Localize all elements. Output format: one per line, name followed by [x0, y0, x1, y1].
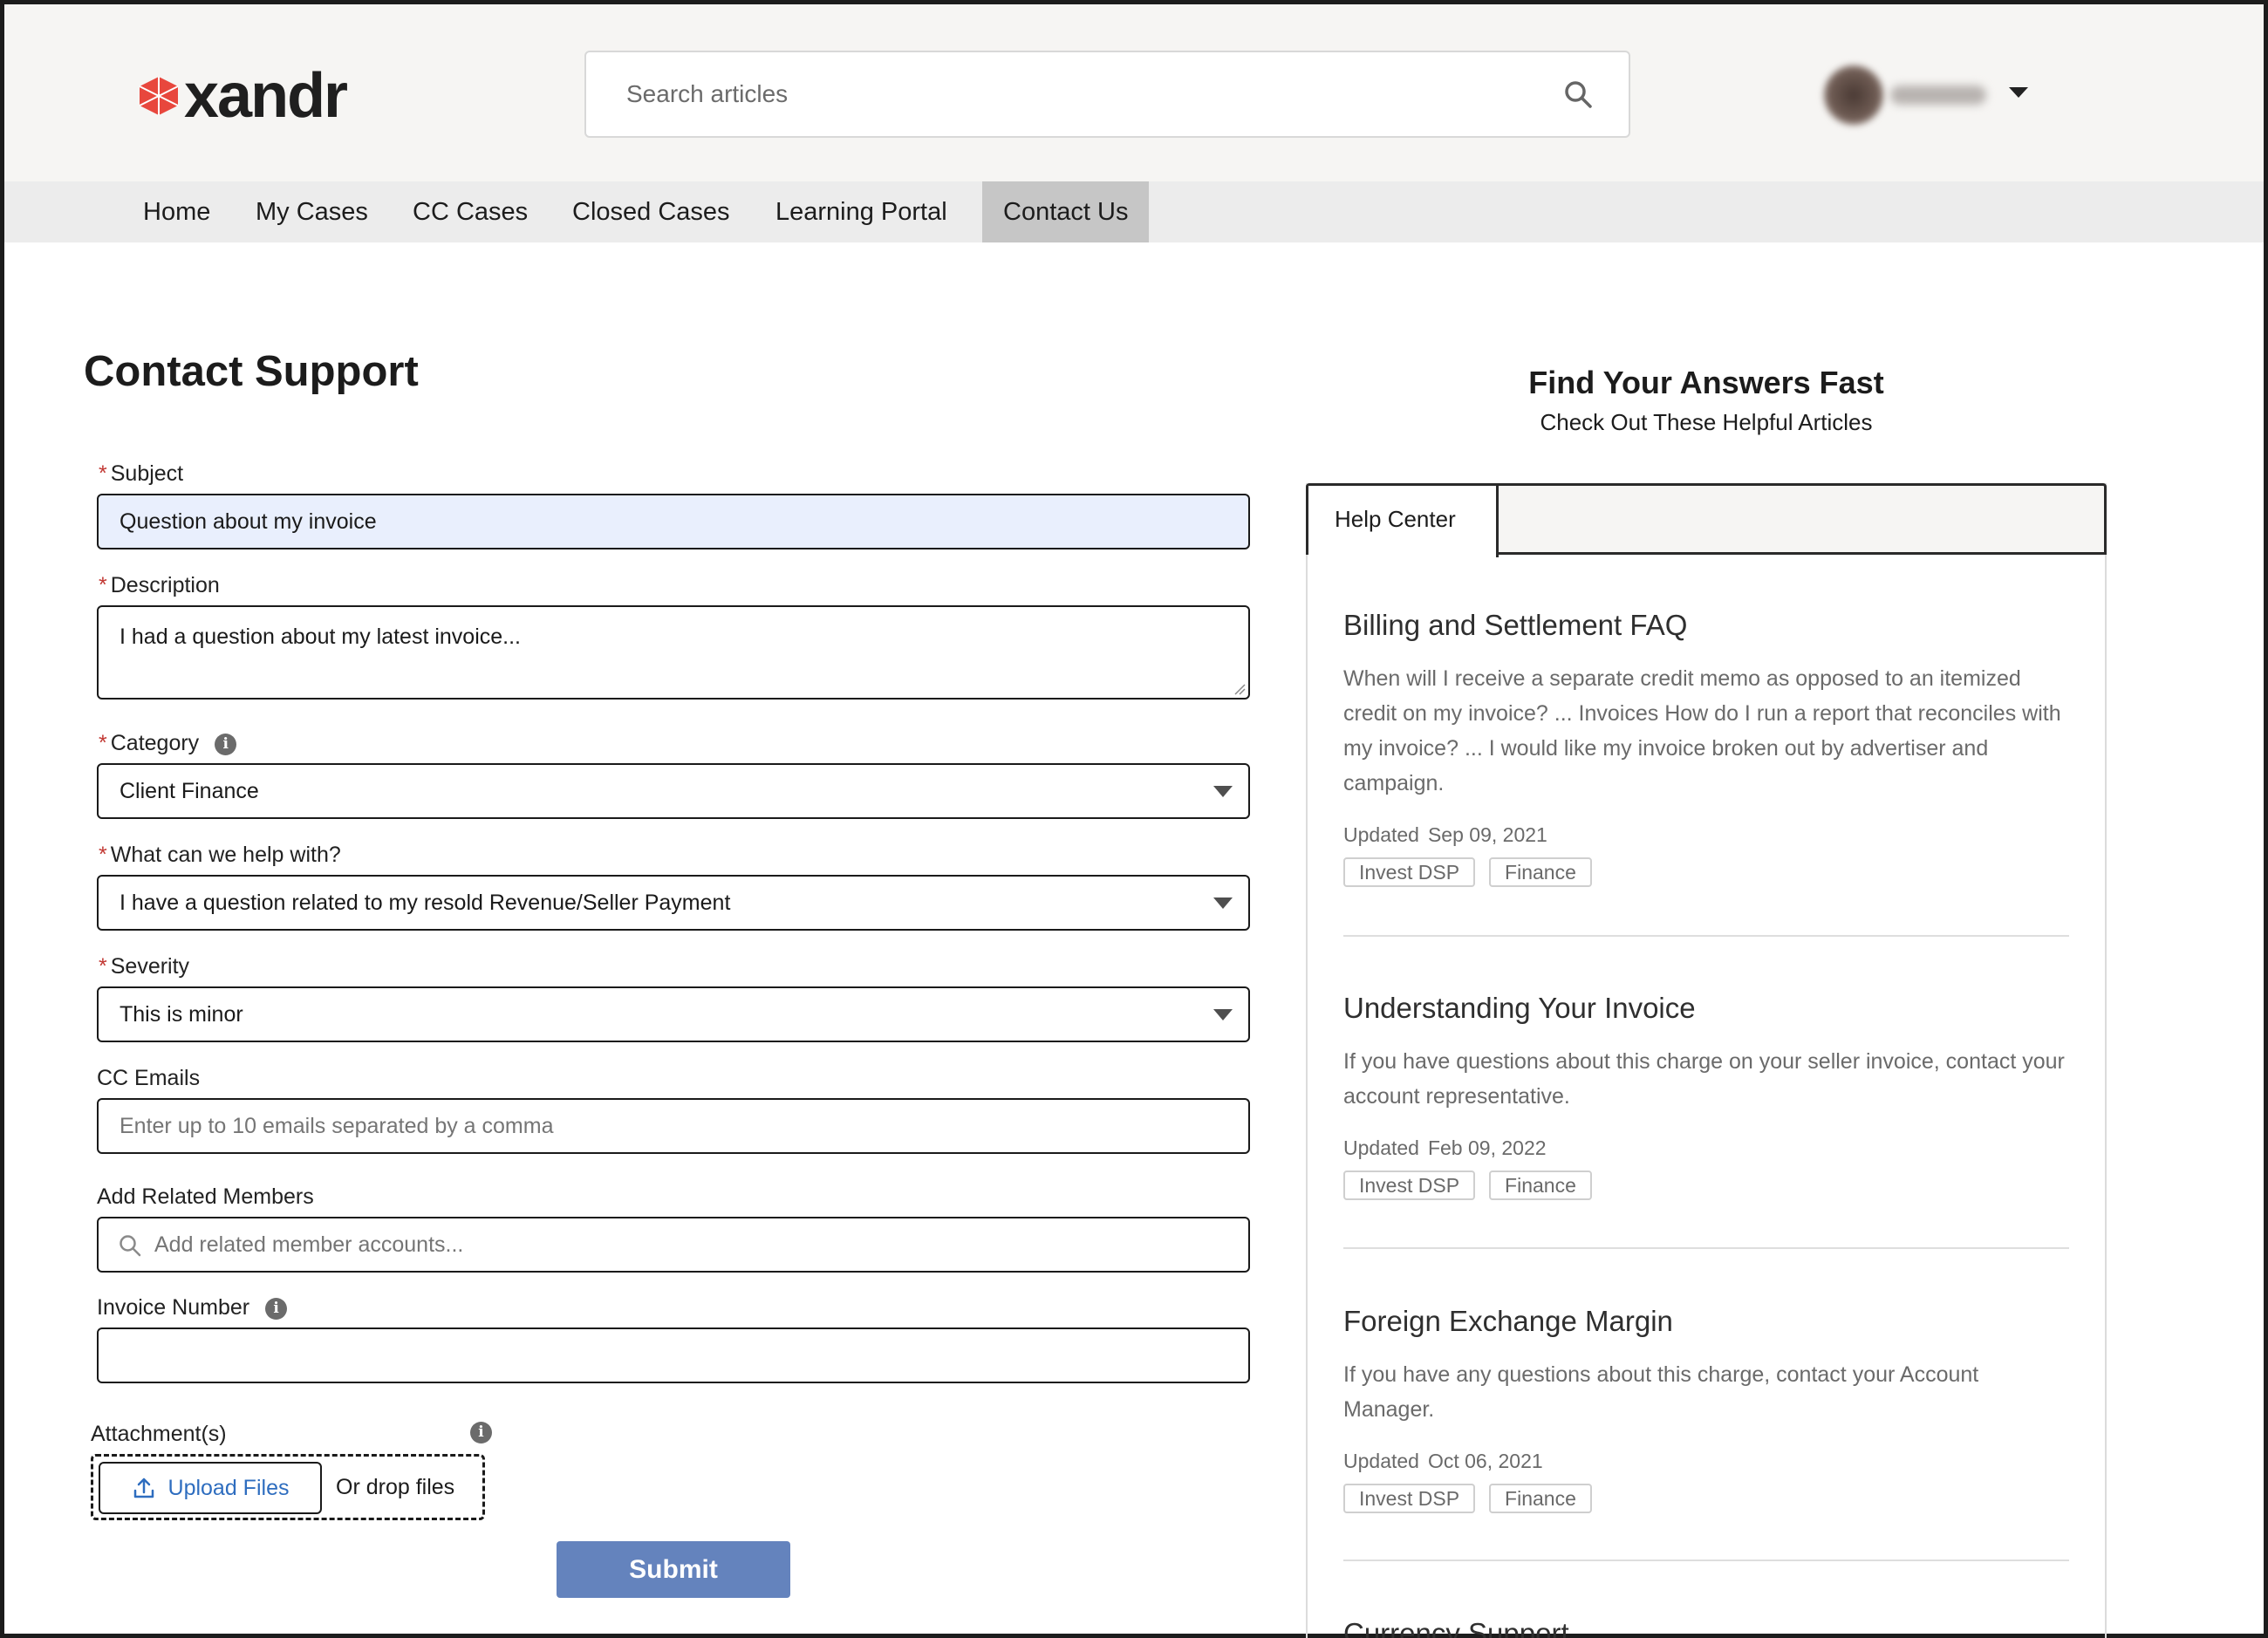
cc-emails-field[interactable] — [97, 1098, 1250, 1154]
xandr-hexagon-icon — [139, 77, 179, 115]
search-icon — [120, 1235, 141, 1257]
page-title: Contact Support — [84, 348, 419, 395]
tag[interactable]: Finance — [1489, 1484, 1592, 1513]
article-tags: Invest DSP Finance — [1343, 1484, 2069, 1513]
help-with-select[interactable]: I have a question related to my resold R… — [97, 875, 1250, 931]
invoice-number-input[interactable] — [120, 1329, 1219, 1382]
submit-button[interactable]: Submit — [557, 1541, 790, 1598]
article-snippet: If you have any questions about this cha… — [1343, 1362, 1979, 1422]
nav-tab-my-cases[interactable]: My Cases — [256, 181, 368, 242]
article-updated: Updated Oct 06, 2021 — [1343, 1450, 1543, 1472]
logo-text: xandr — [184, 61, 348, 131]
tag[interactable]: Finance — [1489, 1170, 1592, 1200]
drop-files-text: Or drop files — [336, 1475, 455, 1499]
nav-tab-learning-portal[interactable]: Learning Portal — [775, 181, 947, 242]
xandr-logo[interactable]: xandr — [137, 61, 348, 131]
article-title[interactable]: Foreign Exchange Margin — [1343, 1305, 2069, 1338]
divider — [1343, 935, 2069, 937]
related-members-input[interactable] — [154, 1218, 1219, 1271]
article-tags: Invest DSP Finance — [1343, 1170, 2069, 1200]
attachments-label: Attachment(s) — [91, 1422, 227, 1446]
article-snippet: When will I receive a separate credit me… — [1343, 666, 2061, 795]
header: xandr — [4, 4, 2264, 181]
chevron-down-icon[interactable] — [1213, 786, 1233, 797]
severity-select[interactable]: This is minor — [97, 986, 1250, 1042]
help-with-label: * What can we help with? — [99, 843, 341, 867]
description-field[interactable]: I had a question about my latest invoice… — [97, 605, 1250, 700]
severity-value: This is minor — [120, 1002, 243, 1027]
chevron-down-icon[interactable] — [1213, 897, 1233, 909]
subject-field[interactable] — [97, 494, 1250, 549]
tag[interactable]: Invest DSP — [1343, 1170, 1476, 1200]
user-menu[interactable] — [1824, 64, 2033, 126]
related-members-field[interactable] — [97, 1217, 1250, 1273]
chevron-down-icon[interactable] — [1213, 1009, 1233, 1020]
upload-files-button[interactable]: Upload Files — [99, 1462, 322, 1514]
avatar[interactable] — [1824, 65, 1883, 125]
chevron-down-icon[interactable] — [2009, 87, 2028, 98]
resize-grip-icon[interactable] — [1233, 683, 1246, 695]
cc-emails-label: CC Emails — [97, 1066, 201, 1090]
cc-emails-input[interactable] — [120, 1100, 1219, 1152]
article-tags: Invest DSP Finance — [1343, 857, 2069, 887]
article-card[interactable]: Understanding Your Invoice If you have q… — [1343, 992, 2069, 1200]
search-icon[interactable] — [1562, 78, 1594, 110]
article-title[interactable]: Understanding Your Invoice — [1343, 992, 2069, 1025]
help-with-value: I have a question related to my resold R… — [120, 891, 731, 915]
info-icon[interactable]: i — [215, 733, 237, 755]
category-value: Client Finance — [120, 779, 259, 803]
related-members-label: Add Related Members — [97, 1184, 314, 1209]
subject-label: * Subject — [99, 461, 184, 486]
article-updated: Updated Feb 09, 2022 — [1343, 1136, 1547, 1159]
tag[interactable]: Finance — [1489, 857, 1592, 887]
help-title: Find Your Answers Fast — [1528, 365, 1884, 400]
upload-files-label: Upload Files — [167, 1475, 290, 1500]
help-tabs: Help Center — [1306, 483, 2107, 557]
article-updated: Updated Sep 09, 2021 — [1343, 823, 1547, 846]
description-textarea[interactable]: I had a question about my latest invoice… — [120, 623, 1219, 693]
main-nav: Home My Cases CC Cases Closed Cases Lear… — [4, 181, 2264, 242]
nav-tab-cc-cases[interactable]: CC Cases — [413, 181, 528, 242]
article-card[interactable]: Foreign Exchange Margin If you have any … — [1343, 1305, 2069, 1513]
user-name-blurred — [1890, 85, 1986, 105]
nav-tab-closed-cases[interactable]: Closed Cases — [572, 181, 730, 242]
file-dropzone[interactable]: Upload Files Or drop files — [91, 1454, 485, 1520]
upload-icon — [133, 1478, 154, 1498]
search-input[interactable] — [626, 52, 1499, 136]
info-icon[interactable]: i — [265, 1297, 288, 1320]
divider — [1343, 1247, 2069, 1249]
severity-label: * Severity — [99, 954, 190, 979]
category-label: * Category i — [99, 731, 237, 756]
tag[interactable]: Invest DSP — [1343, 1484, 1476, 1513]
article-search — [584, 51, 1630, 138]
tag[interactable]: Invest DSP — [1343, 857, 1476, 887]
article-card[interactable]: Billing and Settlement FAQ When will I r… — [1343, 609, 2069, 887]
article-snippet: If you have questions about this charge … — [1343, 1049, 2065, 1109]
divider — [1343, 1560, 2069, 1561]
invoice-number-field[interactable] — [97, 1327, 1250, 1383]
nav-tab-contact-us[interactable]: Contact Us — [982, 181, 1150, 242]
tab-help-center[interactable]: Help Center — [1308, 486, 1499, 557]
description-label: * Description — [99, 573, 220, 597]
help-subtitle: Check Out These Helpful Articles — [1540, 409, 1873, 435]
invoice-number-label: Invoice Number i — [97, 1295, 288, 1321]
nav-tab-home[interactable]: Home — [143, 181, 210, 242]
article-title[interactable]: Currency Support — [1343, 1616, 1569, 1638]
article-title[interactable]: Billing and Settlement FAQ — [1343, 609, 2069, 642]
category-select[interactable]: Client Finance — [97, 763, 1250, 819]
info-icon[interactable]: i — [470, 1422, 492, 1443]
subject-input[interactable] — [120, 495, 1219, 548]
